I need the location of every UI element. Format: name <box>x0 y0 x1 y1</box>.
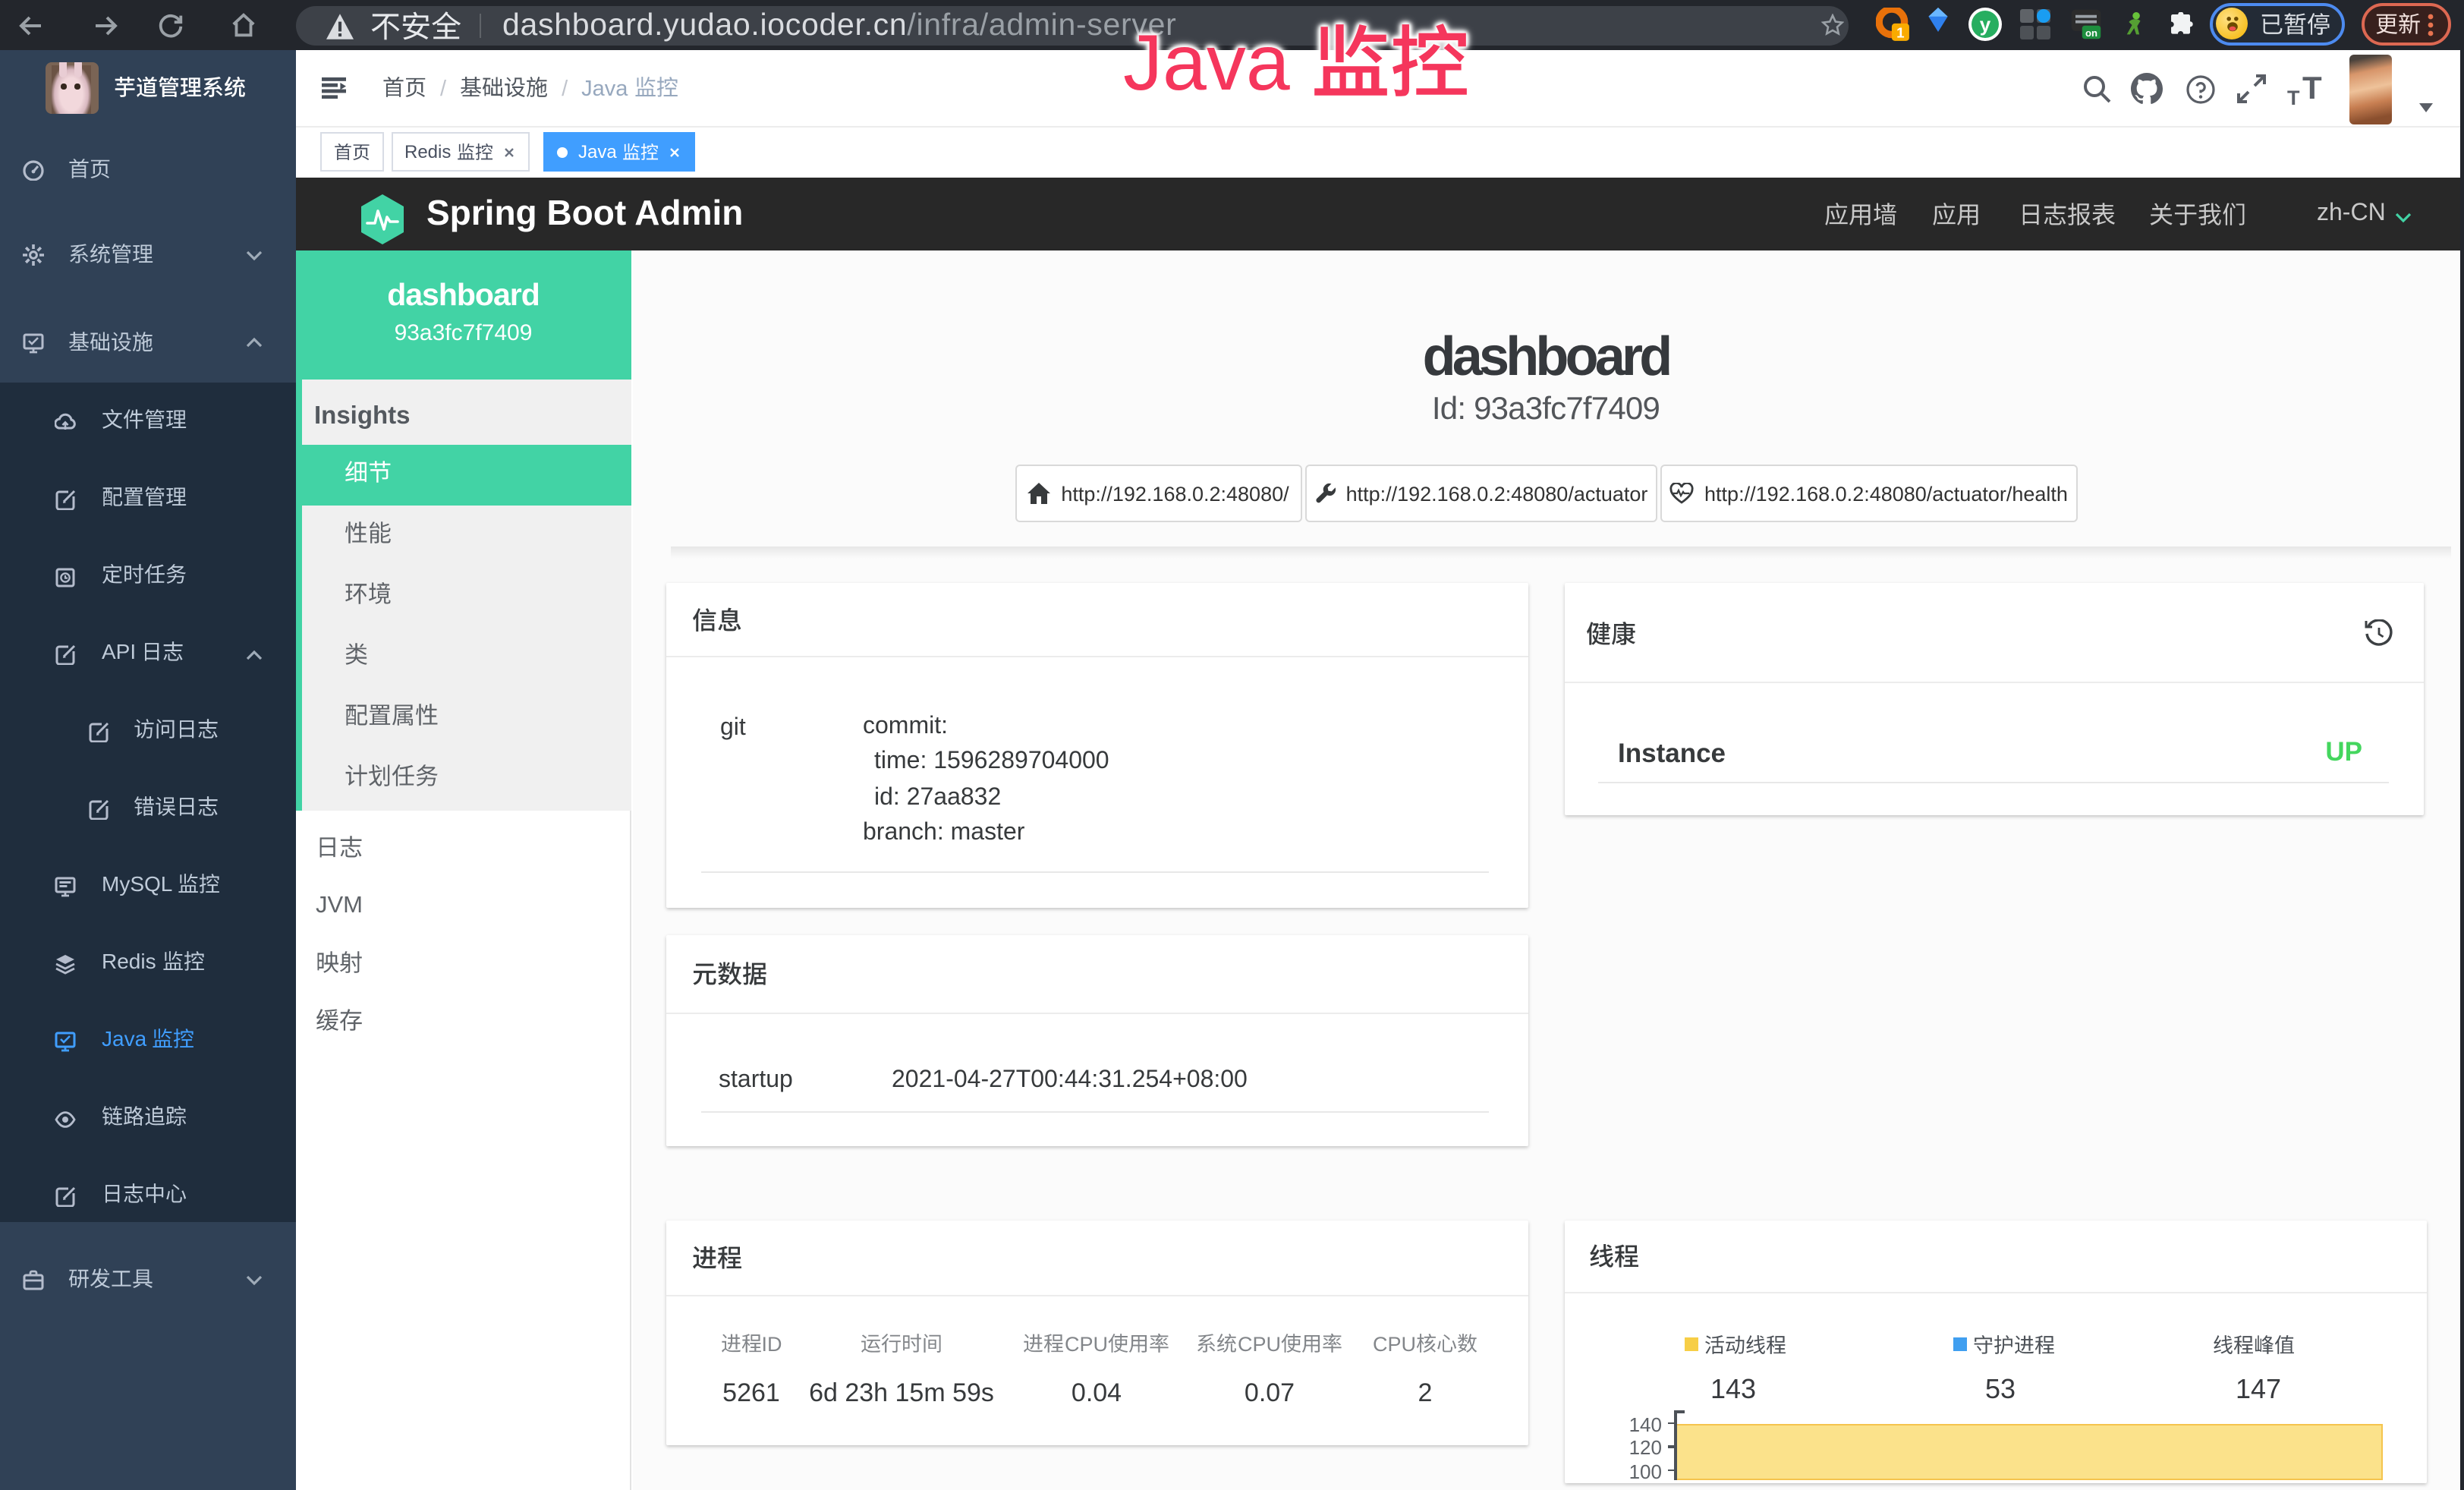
svg-text:on: on <box>2085 27 2097 39</box>
svg-text:1: 1 <box>1896 24 1904 40</box>
svg-text:y: y <box>1980 13 1991 36</box>
